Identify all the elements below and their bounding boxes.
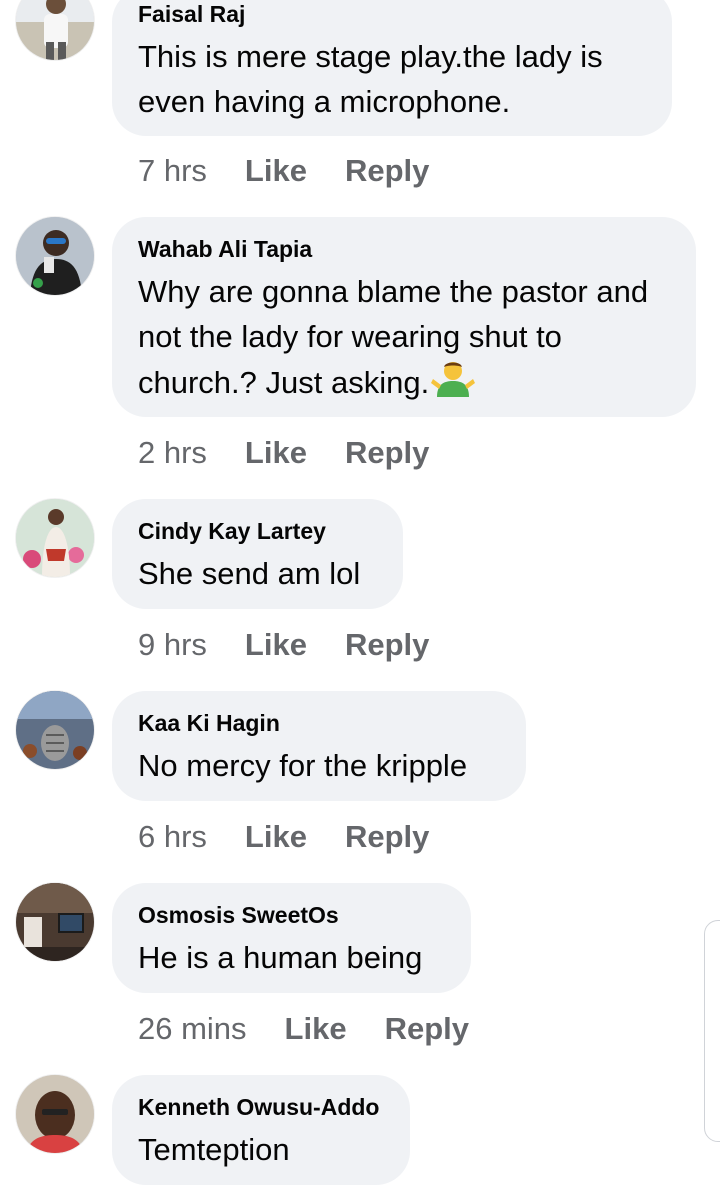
comment-author[interactable]: Kaa Ki Hagin (138, 709, 500, 737)
comment-actions: 26 mins Like Reply (138, 1009, 507, 1049)
comment-actions: 9 hrs Like Reply (138, 625, 467, 665)
person-photo-avatar-icon (16, 1075, 94, 1153)
comment-text: She send am lol (138, 556, 361, 591)
like-button[interactable]: Like (245, 153, 307, 189)
avatar[interactable] (16, 883, 94, 961)
comment-timestamp[interactable]: 26 mins (138, 1011, 247, 1047)
avatar[interactable] (16, 691, 94, 769)
avatar[interactable] (16, 0, 94, 60)
comment-text: Why are gonna blame the pastor and not t… (138, 269, 670, 405)
comment-text: This is mere stage play.the lady is even… (138, 39, 603, 119)
like-button[interactable]: Like (245, 627, 307, 663)
comment-bubble: Wahab Ali Tapia Why are gonna blame the … (112, 217, 696, 417)
reply-button[interactable]: Reply (345, 819, 429, 855)
comment-bubble: Osmosis SweetOs He is a human being (112, 883, 471, 993)
comment-actions: 2 hrs Like Reply (138, 433, 467, 473)
like-button[interactable]: Like (245, 435, 307, 471)
comment-actions: 6 hrs Like Reply (138, 817, 467, 857)
person-photo-avatar-icon (16, 217, 94, 295)
comment-timestamp[interactable]: 2 hrs (138, 435, 207, 471)
comment-text: He is a human being (138, 940, 423, 975)
comment-author[interactable]: Kenneth Owusu-Addo (138, 1093, 384, 1121)
comment-author[interactable]: Osmosis SweetOs (138, 901, 445, 929)
reply-button[interactable]: Reply (345, 627, 429, 663)
comment-timestamp[interactable]: 7 hrs (138, 153, 207, 189)
avatar[interactable] (16, 217, 94, 295)
person-photo-avatar-icon (16, 499, 94, 577)
avatar[interactable] (16, 499, 94, 577)
comment-bubble: Kaa Ki Hagin No mercy for the kripple (112, 691, 526, 801)
comment-timestamp[interactable]: 9 hrs (138, 627, 207, 663)
reply-button[interactable]: Reply (385, 1011, 469, 1047)
comment-author[interactable]: Cindy Kay Lartey (138, 517, 377, 545)
person-photo-avatar-icon (16, 0, 94, 60)
reply-button[interactable]: Reply (345, 435, 429, 471)
man-shrugging-emoji-icon (431, 362, 476, 397)
like-button[interactable]: Like (285, 1011, 347, 1047)
comment-bubble: Kenneth Owusu-Addo Temteption (112, 1075, 410, 1185)
like-button[interactable]: Like (245, 819, 307, 855)
comment-timestamp[interactable]: 6 hrs (138, 819, 207, 855)
comment-author[interactable]: Faisal Raj (138, 0, 646, 28)
comment-bubble: Cindy Kay Lartey She send am lol (112, 499, 403, 609)
floating-panel-edge[interactable] (704, 920, 720, 1142)
room-photo-avatar-icon (16, 883, 94, 961)
comment-bubble: Faisal Raj This is mere stage play.the l… (112, 0, 672, 136)
comment-text: Temteption (138, 1132, 290, 1167)
comment-text-body: Why are gonna blame the pastor and not t… (138, 274, 649, 400)
reply-button[interactable]: Reply (345, 153, 429, 189)
microphone-photo-avatar-icon (16, 691, 94, 769)
comment-text: No mercy for the kripple (138, 748, 468, 783)
comment-author[interactable]: Wahab Ali Tapia (138, 235, 670, 263)
comment-actions: 7 hrs Like Reply (138, 151, 467, 191)
avatar[interactable] (16, 1075, 94, 1153)
